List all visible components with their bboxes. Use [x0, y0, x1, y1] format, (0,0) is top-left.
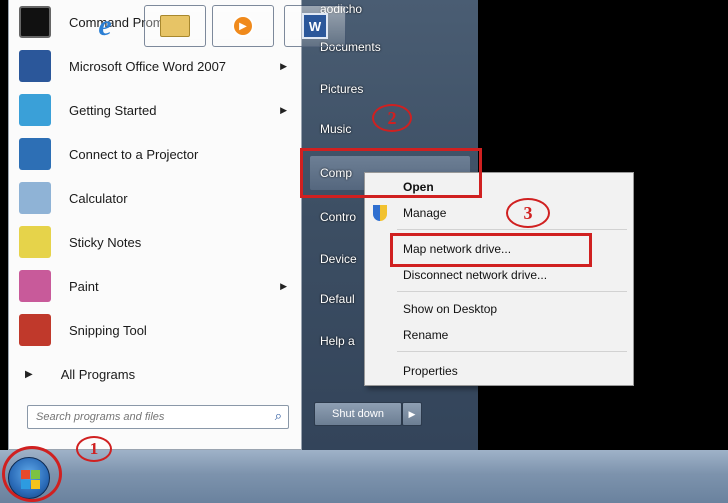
taskbar-explorer[interactable]	[144, 5, 206, 47]
program-label: Microsoft Office Word 2007	[69, 58, 227, 74]
all-programs-label: All Programs	[60, 366, 136, 382]
search-box[interactable]: ⌕	[27, 405, 289, 429]
taskbar-word[interactable]: W	[284, 5, 346, 47]
program-word-2007[interactable]: Microsoft Office Word 2007 ▶	[9, 44, 301, 88]
program-sticky-notes[interactable]: Sticky Notes	[9, 220, 301, 264]
shutdown-options-arrow-icon[interactable]: ▶	[402, 402, 422, 426]
file-explorer-icon	[160, 15, 190, 37]
program-getting-started[interactable]: Getting Started ▶	[9, 88, 301, 132]
menu-divider	[397, 291, 627, 292]
sticky-notes-icon	[19, 226, 51, 258]
annotation-circle-1: 1	[76, 436, 112, 462]
pictures-link[interactable]: Pictures	[320, 82, 363, 96]
taskbar-media-player[interactable]: ▶	[212, 5, 274, 47]
menu-divider	[397, 351, 627, 352]
word-icon	[19, 50, 51, 82]
paint-icon	[19, 270, 51, 302]
program-paint[interactable]: Paint ▶	[9, 264, 301, 308]
taskbar	[0, 450, 728, 503]
submenu-arrow-icon: ▶	[280, 104, 287, 115]
program-connect-projector[interactable]: Connect to a Projector	[9, 132, 301, 176]
program-label: Sticky Notes	[69, 234, 142, 250]
all-programs-button[interactable]: ▶ All Programs	[9, 356, 301, 392]
internet-explorer-icon: e	[98, 9, 112, 42]
help-link[interactable]: Help a	[320, 334, 355, 348]
annotation-circle-3: 3	[506, 198, 550, 228]
word-icon: W	[302, 13, 328, 39]
program-label: Snipping Tool	[69, 322, 147, 338]
annotation-box-map-drive	[390, 233, 592, 267]
annotation-circle-start	[2, 446, 62, 502]
triangle-right-icon: ▶	[25, 368, 33, 380]
shutdown-button[interactable]: Shut down	[314, 402, 402, 426]
ctx-manage[interactable]: Manage	[365, 201, 633, 225]
submenu-arrow-icon: ▶	[280, 60, 287, 71]
annotation-box-computer	[300, 148, 482, 198]
submenu-arrow-icon: ▶	[280, 280, 287, 291]
start-menu-programs-pane: Command Prompt Microsoft Office Word 200…	[8, 0, 302, 450]
music-link[interactable]: Music	[320, 122, 351, 136]
search-icon[interactable]: ⌕	[275, 408, 282, 424]
ctx-manage-label: Manage	[403, 206, 447, 220]
program-label: Connect to a Projector	[69, 146, 199, 162]
menu-divider	[397, 229, 627, 230]
default-programs-link[interactable]: Defaul	[320, 292, 355, 306]
ctx-properties[interactable]: Properties	[365, 359, 633, 383]
annotation-circle-2: 2	[372, 104, 412, 132]
taskbar-ie[interactable]: e	[74, 5, 136, 47]
shield-icon	[373, 205, 387, 221]
ctx-rename[interactable]: Rename	[365, 323, 633, 347]
control-panel-link[interactable]: Contro	[320, 210, 356, 224]
devices-link[interactable]: Device	[320, 252, 357, 266]
search-input[interactable]	[36, 411, 256, 423]
projector-icon	[19, 138, 51, 170]
media-player-icon: ▶	[232, 15, 254, 37]
program-label: Paint	[69, 278, 99, 294]
program-label: Calculator	[69, 190, 128, 206]
calculator-icon	[19, 182, 51, 214]
program-snipping-tool[interactable]: Snipping Tool	[9, 308, 301, 352]
snipping-tool-icon	[19, 314, 51, 346]
program-calculator[interactable]: Calculator	[9, 176, 301, 220]
program-label: Getting Started	[69, 102, 157, 118]
ctx-show-on-desktop[interactable]: Show on Desktop	[365, 297, 633, 321]
command-prompt-icon	[19, 6, 51, 38]
computer-context-menu: Open Manage Map network drive... Disconn…	[364, 172, 634, 386]
getting-started-icon	[19, 94, 51, 126]
